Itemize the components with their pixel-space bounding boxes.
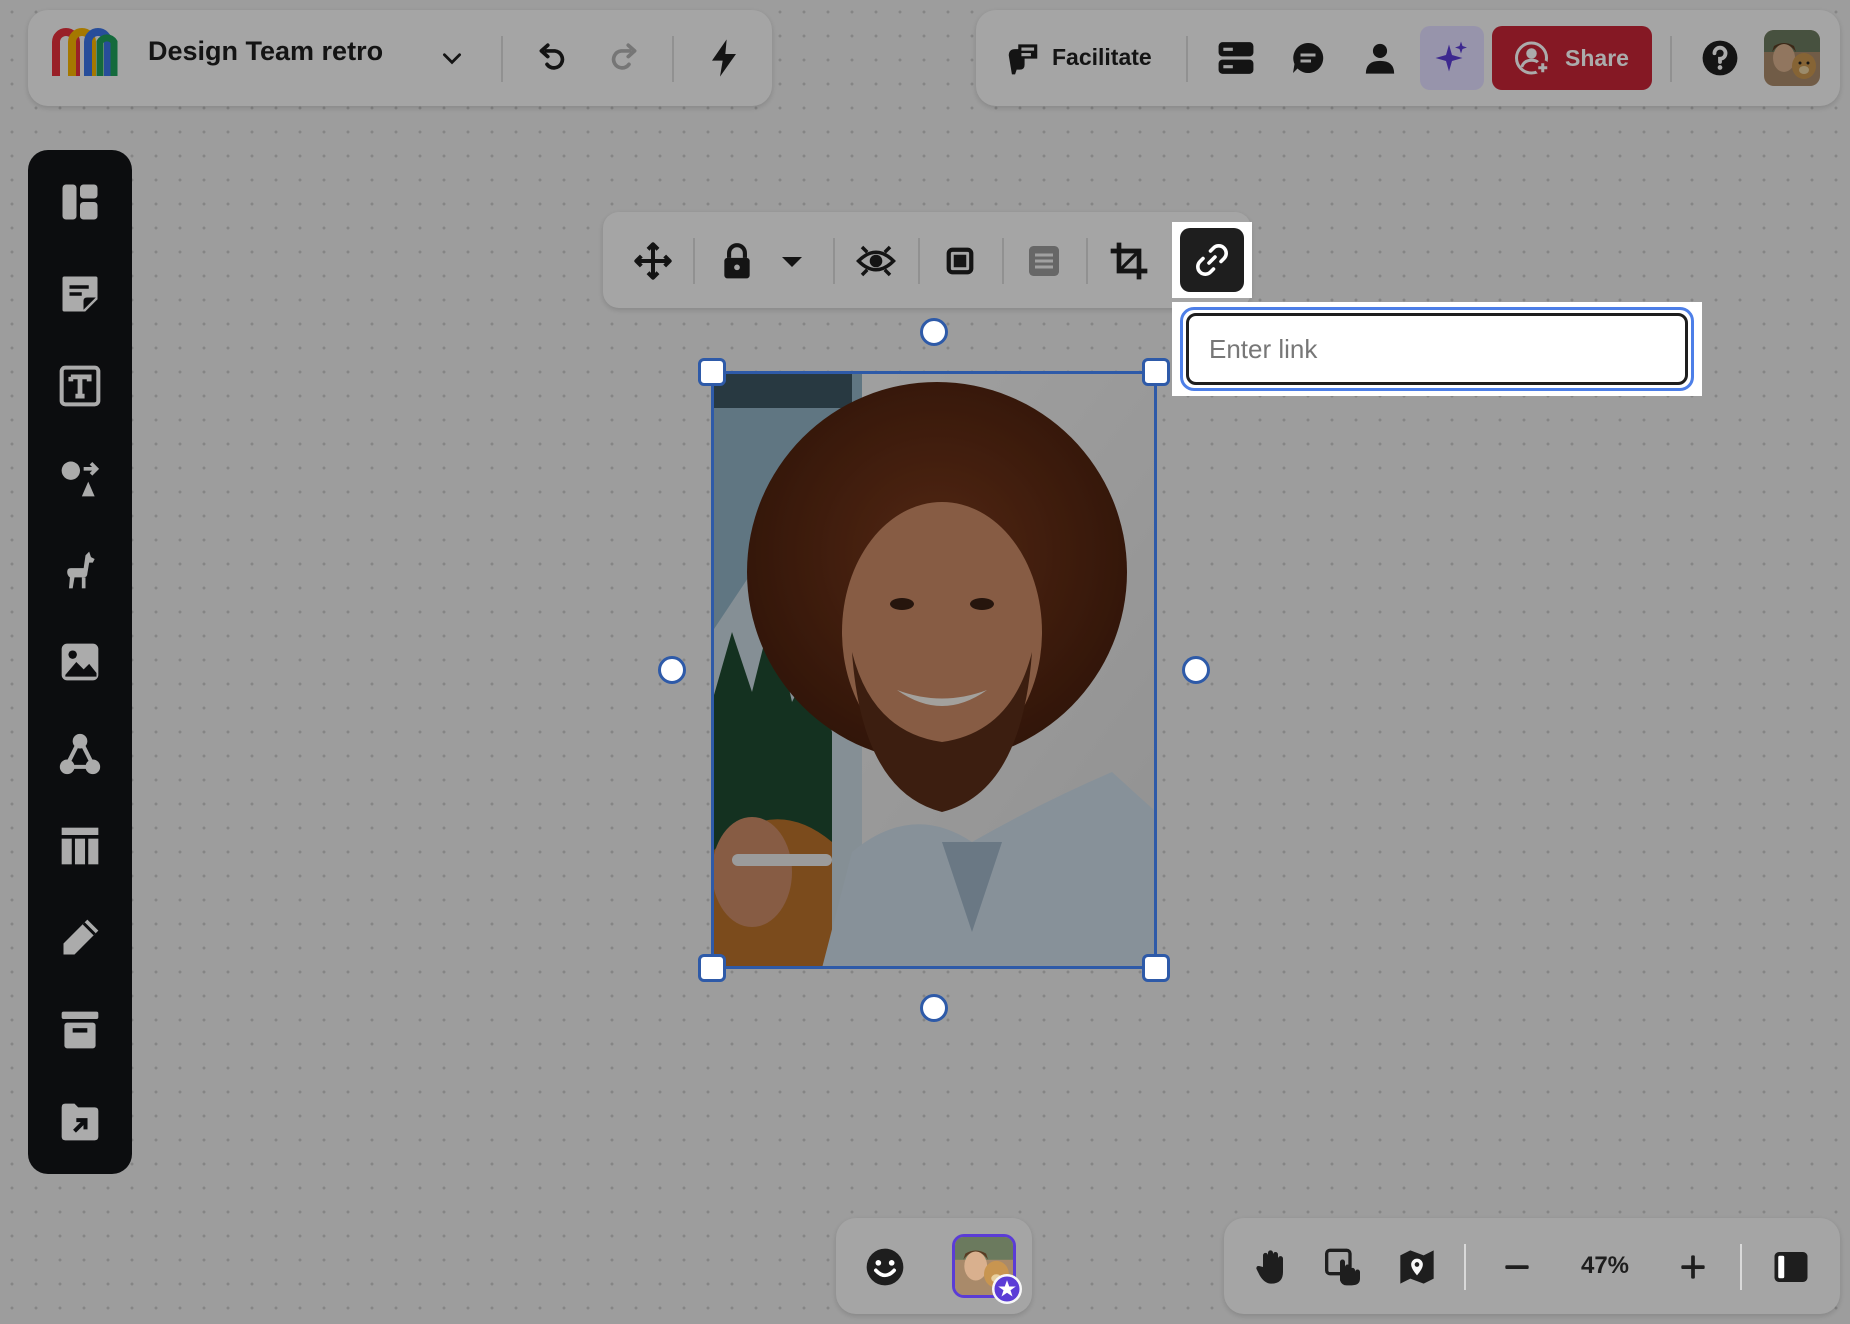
star-badge-icon: [992, 1274, 1022, 1304]
link-input-focus-ring: [1180, 307, 1694, 391]
link-popup: [1172, 302, 1702, 396]
zoom-in-icon[interactable]: [1670, 1244, 1716, 1290]
connector-handle-bottom[interactable]: [920, 994, 948, 1022]
link-icon: [1196, 244, 1228, 276]
panel-icon[interactable]: [1768, 1244, 1814, 1290]
resize-handle-bottom-left[interactable]: [698, 954, 726, 982]
link-button[interactable]: [1172, 222, 1252, 298]
hand-icon[interactable]: [1250, 1244, 1296, 1290]
connector-handle-top[interactable]: [920, 318, 948, 346]
connector-handle-left[interactable]: [658, 656, 686, 684]
resize-handle-top-left[interactable]: [698, 358, 726, 386]
touch-icon[interactable]: [1322, 1244, 1368, 1290]
resize-handle-top-right[interactable]: [1142, 358, 1170, 386]
zoom-out-icon[interactable]: [1494, 1244, 1540, 1290]
divider: [1464, 1244, 1466, 1290]
connector-handle-right[interactable]: [1182, 656, 1210, 684]
resize-handle-bottom-right[interactable]: [1142, 954, 1170, 982]
zoom-level[interactable]: 47%: [1570, 1252, 1640, 1280]
selection-box: [711, 371, 1157, 969]
divider: [1740, 1244, 1742, 1290]
emoji-icon[interactable]: [862, 1244, 908, 1290]
map-pin-icon[interactable]: [1394, 1244, 1440, 1290]
link-input[interactable]: [1186, 313, 1688, 385]
collaborator-avatar[interactable]: [952, 1234, 1022, 1304]
